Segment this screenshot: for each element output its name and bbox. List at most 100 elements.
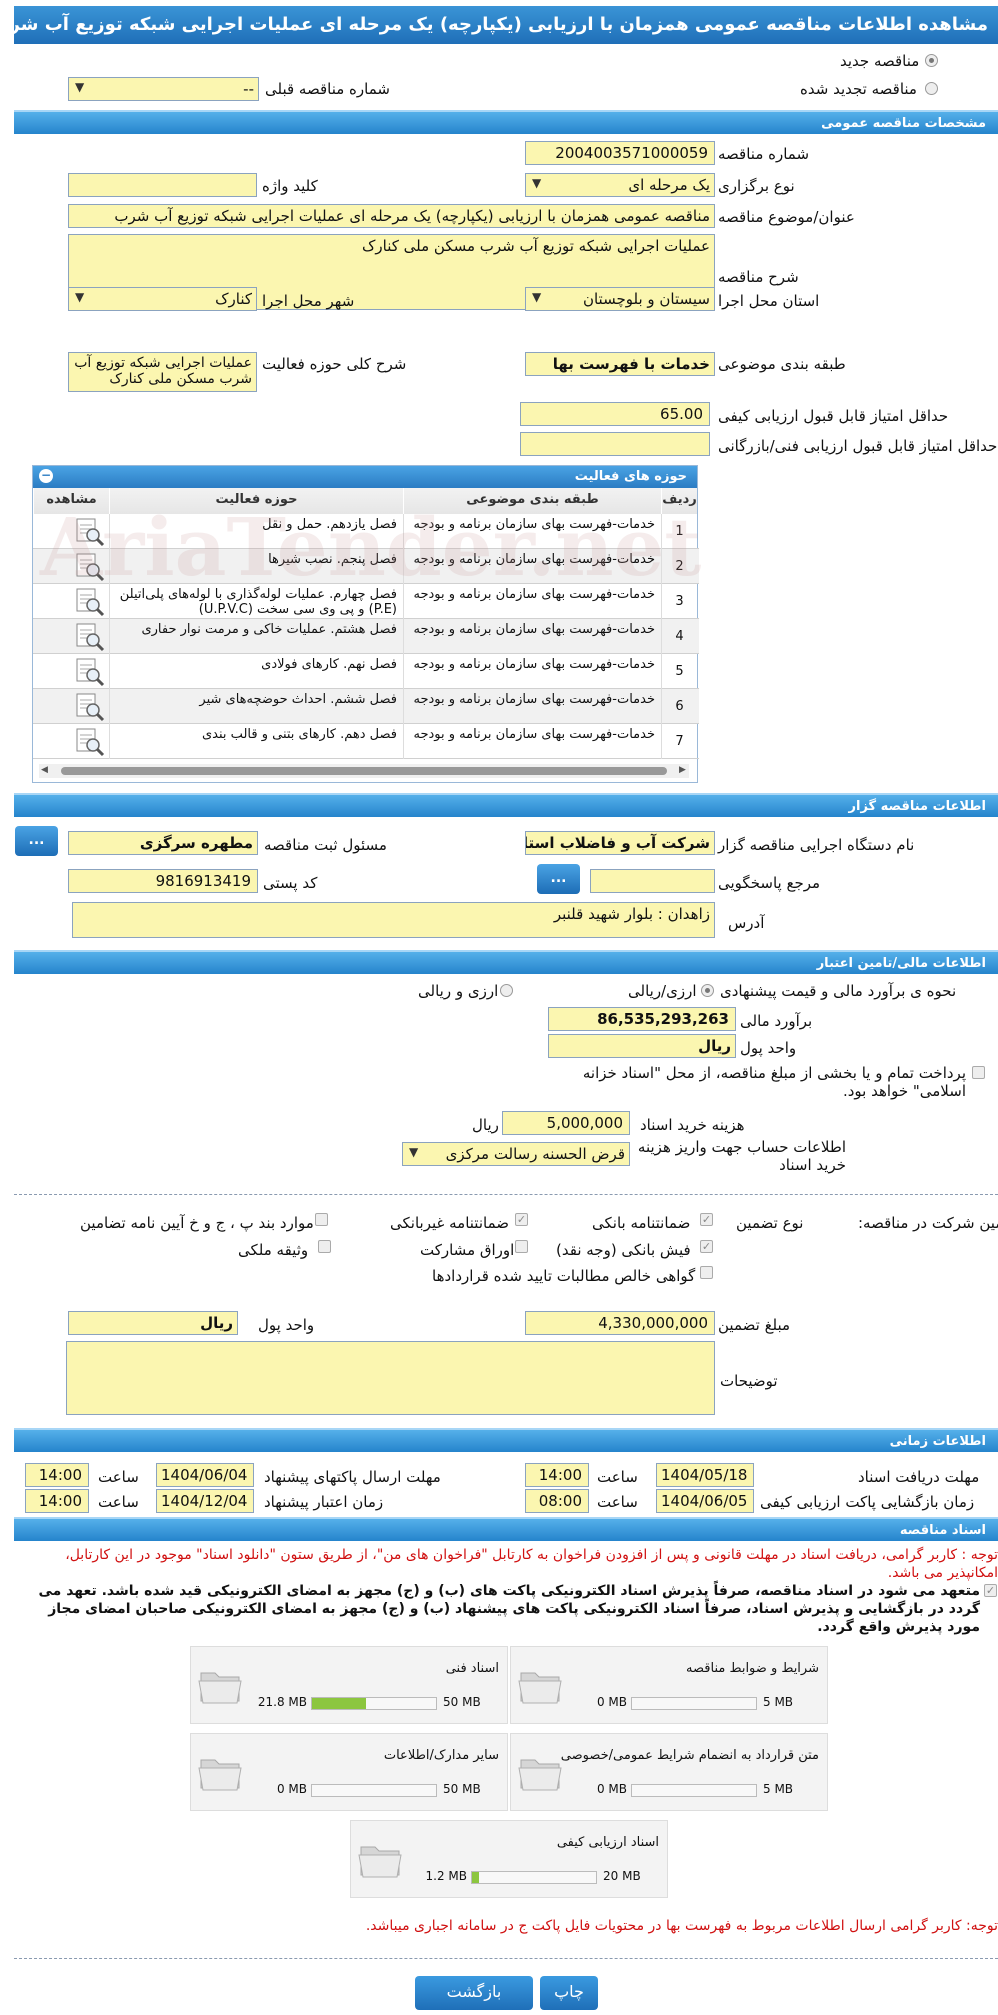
view-doc-icon[interactable]	[73, 622, 107, 652]
document-progress-fill	[472, 1872, 479, 1883]
view-icon-cell[interactable]	[33, 584, 109, 619]
currency-rial-option-label: ارزی و ریالی	[418, 982, 499, 1000]
new-tender-label: مناقصه جدید	[840, 52, 920, 70]
view-icon-cell[interactable]	[33, 724, 109, 759]
document-size: 21.8 MB	[257, 1695, 307, 1709]
nonbank-guarantee-checkbox[interactable]: ✓	[515, 1213, 528, 1226]
reference-dots-button[interactable]: ...	[537, 864, 580, 894]
view-doc-icon[interactable]	[73, 692, 107, 722]
doc-cost-field: 5,000,000	[502, 1111, 630, 1135]
rial-radio[interactable]	[701, 984, 714, 997]
province-select[interactable]: سیستان و بلوچستان ▼	[525, 287, 715, 311]
activities-table-header: ردیف طبقه بندی موضوعی حوزه فعالیت مشاهده	[33, 488, 697, 514]
send-offers-label: مهلت ارسال پاکتهای پیشنهاد	[264, 1468, 441, 1486]
opening-label: زمان بازگشایی پاکت ارزیابی کیفی	[760, 1493, 975, 1511]
bank-receipt-checkbox[interactable]: ✓	[700, 1240, 713, 1253]
min-tech-field	[520, 432, 710, 456]
currency-rial-radio[interactable]	[500, 984, 513, 997]
tender-number-field: 2004003571000059	[525, 141, 715, 165]
postal-field: 9816913419	[68, 869, 258, 893]
commit-checkbox[interactable]: ✓	[984, 1584, 997, 1597]
items-bpjk-checkbox[interactable]	[315, 1213, 328, 1226]
property-label: وثیقه ملکی	[238, 1241, 309, 1259]
back-button[interactable]: بازگشت	[415, 1976, 533, 2010]
document-progress-bar	[631, 1784, 757, 1797]
view-doc-icon[interactable]	[73, 587, 107, 617]
price-list-note: توجه: کاربر گرامی ارسال اطلاعات مربوط به…	[365, 1918, 998, 1934]
property-checkbox[interactable]	[318, 1240, 331, 1253]
category-field: خدمات با فهرست بها	[525, 352, 715, 376]
view-icon-cell[interactable]	[33, 549, 109, 584]
send-offers-date: 1404/06/04	[156, 1463, 254, 1487]
prev-number-select[interactable]: -- ▼	[68, 77, 259, 101]
table-row: 1 خدمات-فهرست بهای سازمان برنامه و بودجه ف…	[33, 514, 699, 549]
net-claims-checkbox[interactable]	[700, 1266, 713, 1279]
guarantee-unit-label: واحد پول	[258, 1316, 315, 1334]
table-row: 4 خدمات-فهرست بهای سازمان برنامه و بودجه ف…	[33, 619, 699, 654]
view-icon-cell[interactable]	[33, 619, 109, 654]
org-field: شرکت آب و فاضلاب استان	[525, 831, 715, 855]
keyword-field[interactable]	[68, 173, 257, 197]
document-title: متن قرارداد به انضمام شرایط عمومی/خصوصی	[560, 1748, 819, 1763]
row-activity: فصل پنجم. نصب شیرها	[109, 549, 403, 584]
row-number: 7	[661, 724, 697, 759]
row-activity: فصل چهارم. عملیات لوله‌گذاری با لوله‌های…	[109, 584, 403, 619]
collapse-icon[interactable]: −	[39, 469, 53, 483]
keyword-label: کلید واژه	[262, 177, 318, 195]
scroll-left-icon[interactable]: ◀	[41, 765, 48, 775]
col-view: مشاهده	[33, 488, 109, 514]
guarantee-amount-label: مبلغ تضمین	[718, 1316, 791, 1334]
validity-time-label: ساعت	[98, 1493, 139, 1511]
row-category: خدمات-فهرست بهای سازمان برنامه و بودجه	[403, 689, 661, 724]
prev-number-label: شماره مناقصه قبلی	[265, 80, 390, 98]
min-quality-label: حداقل امتیاز قابل قبول ارزیابی کیفی	[718, 407, 949, 425]
document-file-box[interactable]: اسناد فنی 21.8 MB 50 MB	[190, 1646, 508, 1724]
row-activity: فصل یازدهم. حمل و نقل	[109, 514, 403, 549]
document-file-box[interactable]: شرایط و ضوابط مناقصه 0 MB 5 MB	[510, 1646, 828, 1724]
organizer-section-header: اطلاعات مناقصه گزار	[14, 793, 998, 817]
horizontal-scrollbar[interactable]: ◀ ▶	[39, 764, 689, 778]
view-doc-icon[interactable]	[73, 657, 107, 687]
account-select[interactable]: قرض الحسنه رسالت مرکزی ▼	[402, 1142, 630, 1166]
responsible-label: مسئول ثبت مناقصه	[264, 836, 387, 854]
tender-number-label: شماره مناقصه	[718, 145, 810, 163]
scroll-right-icon[interactable]: ▶	[679, 765, 686, 775]
chevron-down-icon: ▼	[75, 290, 85, 304]
postal-label: کد پستی	[263, 874, 318, 892]
document-file-box[interactable]: متن قرارداد به انضمام شرایط عمومی/خصوصی 0…	[510, 1733, 828, 1811]
document-size: 0 MB	[276, 1782, 307, 1796]
receive-docs-time: 14:00	[525, 1463, 589, 1487]
scrollbar-thumb[interactable]	[61, 767, 667, 775]
document-file-box[interactable]: سایر مدارک/اطلاعات 0 MB 50 MB	[190, 1733, 508, 1811]
city-label: شهر محل اجرا	[262, 292, 355, 310]
document-file-box[interactable]: اسناد ارزیابی کیفی 1.2 MB 20 MB	[350, 1820, 668, 1898]
view-icon-cell[interactable]	[33, 689, 109, 724]
tender-type-label: نوع برگزاری	[718, 177, 795, 195]
view-icon-cell[interactable]	[33, 514, 109, 549]
description-label: شرح مناقصه	[718, 268, 799, 286]
bank-receipt-label: فیش بانکی (وجه نقد)	[556, 1241, 691, 1259]
tender-type-select[interactable]: یک مرحله ای ▼	[525, 173, 715, 197]
bank-guarantee-checkbox[interactable]: ✓	[700, 1213, 713, 1226]
view-doc-icon[interactable]	[73, 727, 107, 757]
renewed-tender-radio[interactable]	[925, 82, 938, 95]
guarantee-unit-field: ریال	[68, 1311, 238, 1335]
responsible-dots-button[interactable]: ...	[15, 826, 58, 856]
document-max-size: 50 MB	[443, 1782, 481, 1796]
category-label: طبقه بندی موضوعی	[718, 355, 846, 373]
bank-guarantee-label: ضمانتنامه بانکی	[592, 1214, 691, 1232]
bonds-checkbox[interactable]	[515, 1240, 528, 1253]
city-select[interactable]: کنارک ▼	[68, 287, 257, 311]
estimate-field: 86,535,293,263	[548, 1007, 736, 1031]
folder-icon	[358, 1846, 402, 1878]
view-icon-cell[interactable]	[33, 654, 109, 689]
currency-label: واحد پول	[740, 1039, 797, 1057]
view-doc-icon[interactable]	[73, 552, 107, 582]
treasury-checkbox[interactable]	[972, 1066, 985, 1079]
print-button[interactable]: چاپ	[540, 1976, 598, 2010]
document-size: 0 MB	[596, 1695, 627, 1709]
receive-docs-date: 1404/05/18	[656, 1463, 754, 1487]
view-doc-icon[interactable]	[73, 517, 107, 547]
validity-label: زمان اعتبار پیشنهاد	[264, 1493, 384, 1511]
new-tender-radio[interactable]	[925, 54, 938, 67]
